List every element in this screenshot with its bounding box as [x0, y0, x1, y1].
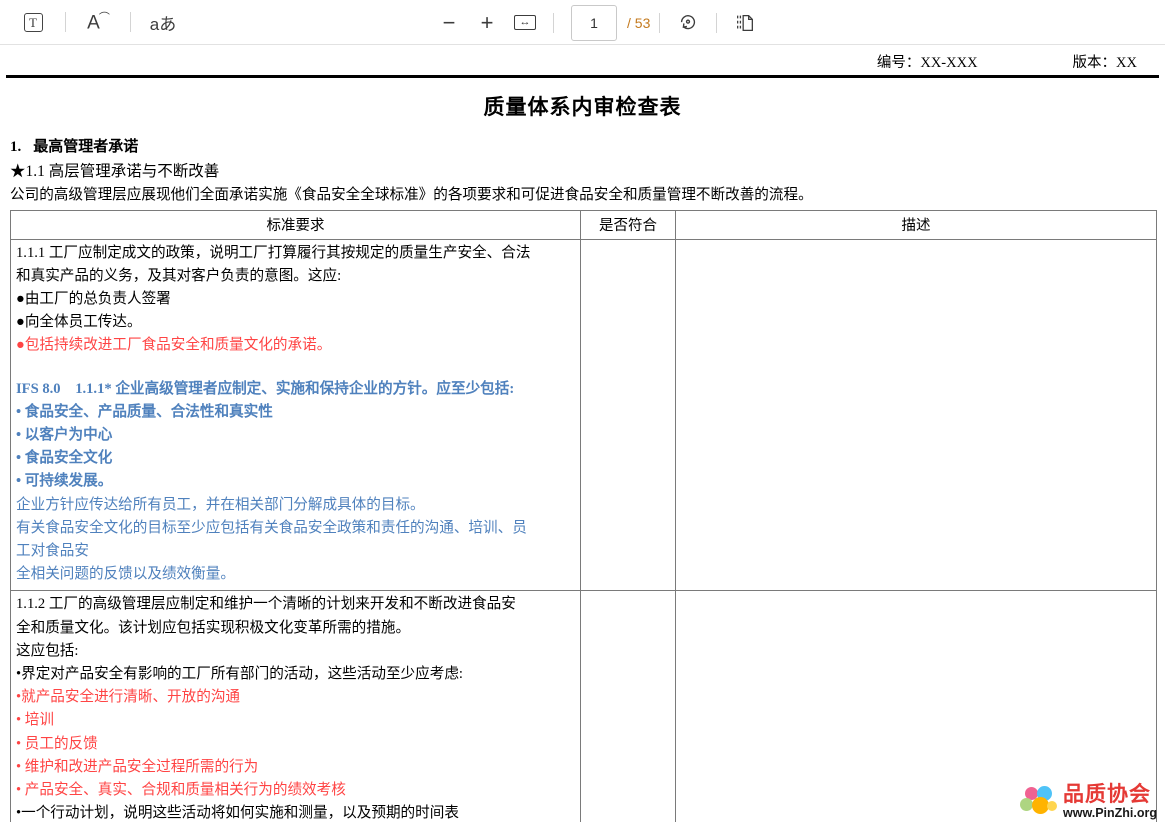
read-aloud-icon: A⌒ — [87, 12, 110, 34]
requirement-line: 有关食品安全文化的目标至少应包括有关食品安全政策和责任的沟通、培训、员 — [16, 519, 527, 536]
requirement-line: • 以客户为中心 — [16, 426, 113, 443]
toolbar-divider — [65, 12, 66, 32]
text-select-button[interactable]: T — [14, 6, 52, 38]
requirement-line: • 维护和改进产品安全过程所需的行为 — [16, 758, 259, 775]
zoom-out-button[interactable]: − — [430, 7, 468, 39]
requirement-line: 全相关问题的反馈以及绩效衡量。 — [16, 566, 235, 583]
description-cell[interactable] — [675, 590, 1157, 822]
column-header-requirement: 标准要求 — [10, 209, 581, 240]
read-aloud-button[interactable]: A⌒ — [79, 6, 117, 38]
requirement-line: •界定对产品安全有影响的工厂所有部门的活动，这些活动至少应考虑: — [16, 665, 463, 682]
page-number-input[interactable] — [571, 4, 617, 41]
requirement-line: ●包括持续改进工厂食品安全和质量文化的承诺。 — [16, 337, 332, 354]
rotate-icon — [681, 14, 696, 29]
toolbar-divider — [130, 12, 131, 32]
text-select-icon: T — [23, 12, 43, 32]
text-style-icon: aあ — [149, 14, 177, 34]
toolbar-divider — [716, 12, 718, 33]
fit-width-icon: ↔ — [514, 15, 536, 30]
toolbar-left-group: T A⌒ aあ — [0, 6, 182, 38]
checklist-table: 标准要求 是否符合 描述 1.1.1 工厂应制定成文的政策，说明工厂打算履行其按… — [10, 209, 1157, 822]
minus-icon: − — [442, 9, 456, 35]
toolbar-center-group: − + ↔ / 53 — [430, 0, 764, 45]
page-total-label: / 53 — [627, 14, 651, 31]
doc-version-label: 版本：XX — [1072, 55, 1137, 71]
section-heading: 1. 最高管理者承诺 — [0, 135, 1165, 156]
table-header-row: 标准要求 是否符合 描述 — [10, 209, 1157, 240]
rotate-button[interactable] — [669, 7, 707, 39]
toolbar-divider — [659, 12, 661, 33]
column-header-description: 描述 — [675, 209, 1157, 240]
page-view-icon — [737, 14, 754, 31]
requirement-line: • 可持续发展。 — [16, 473, 113, 490]
requirement-cell: 1.1.2 工厂的高级管理层应制定和维护一个清晰的计划来开发和不断改进食品安 全和… — [10, 590, 581, 822]
requirement-line: 1.1.1 工厂应制定成文的政策，说明工厂打算履行其按规定的质量生产安全、合法 — [16, 244, 531, 261]
requirement-line: •一个行动计划，说明这些活动将如何实施和测量，以及预期的时间表 — [16, 805, 459, 822]
text-style-button[interactable]: aあ — [144, 6, 182, 38]
requirement-line: ●由工厂的总负责人签署 — [16, 290, 171, 307]
toolbar-divider — [553, 12, 554, 33]
requirement-line: •就产品安全进行清晰、开放的沟通 — [16, 689, 241, 706]
table-body: 1.1.1 工厂应制定成文的政策，说明工厂打算履行其按规定的质量生产安全、合法和… — [10, 238, 1157, 822]
requirement-line: 1.1.2 工厂的高级管理层应制定和维护一个清晰的计划来开发和不断改进食品安 — [16, 596, 516, 613]
requirement-line — [16, 358, 575, 378]
requirement-line: 全和质量文化。该计划应包括实现积极文化变革所需的措施。 — [16, 619, 411, 636]
document-header: 编号：XX-XXX 版本：XX — [0, 45, 1165, 75]
pdf-viewer-toolbar: T A⌒ aあ − + ↔ / 53 — [0, 0, 1165, 45]
requirement-line: 工对食品安 — [16, 542, 89, 559]
requirement-line: • 员工的反馈 — [16, 735, 98, 752]
document-page: 编号：XX-XXX 版本：XX 质量体系内审检查表 1. 最高管理者承诺 ★1.1… — [0, 45, 1165, 822]
requirement-line: 这应包括: — [16, 642, 79, 659]
plus-icon: + — [480, 9, 494, 35]
conformity-cell[interactable] — [580, 238, 676, 592]
section-heading-text: 最高管理者承诺 — [33, 138, 139, 155]
table-row: 1.1.2 工厂的高级管理层应制定和维护一个清晰的计划来开发和不断改进食品安 全和… — [10, 590, 1157, 822]
requirement-line: • 产品安全、真实、合规和质量相关行为的绩效考核 — [16, 781, 346, 798]
requirement-line: IFS 8.0 1.1.1* 企业高级管理者应制定、实施和保持企业的方针。应至少… — [16, 380, 515, 397]
page-view-button[interactable] — [726, 7, 764, 39]
header-rule — [6, 75, 1159, 78]
description-cell[interactable] — [675, 238, 1157, 592]
column-header-conformity: 是否符合 — [580, 209, 676, 240]
requirement-line: ●向全体员工传达。 — [16, 314, 142, 331]
requirement-cell: 1.1.1 工厂应制定成文的政策，说明工厂打算履行其按规定的质量生产安全、合法和… — [10, 238, 581, 592]
requirement-line: 和真实产品的义务，及其对客户负责的意图。这应: — [16, 267, 342, 284]
zoom-in-button[interactable]: + — [468, 7, 506, 39]
requirement-line: • 食品安全、产品质量、合法性和真实性 — [16, 403, 273, 420]
requirement-line: • 培训 — [16, 712, 54, 729]
requirement-line: • 食品安全文化 — [16, 450, 113, 467]
doc-number-label: 编号：XX-XXX — [876, 55, 978, 71]
fit-to-width-button[interactable]: ↔ — [506, 7, 544, 39]
requirement-line: 企业方针应传达给所有员工，并在相关部门分解成具体的目标。 — [16, 496, 425, 513]
table-row: 1.1.1 工厂应制定成文的政策，说明工厂打算履行其按规定的质量生产安全、合法和… — [10, 238, 1157, 592]
conformity-cell[interactable] — [580, 590, 676, 822]
page-title: 质量体系内审检查表 — [483, 94, 682, 119]
subsection-heading: ★1.1 高层管理承诺与不断改善 — [10, 162, 220, 180]
section-intro-text: 公司的高级管理层应展现他们全面承诺实施《食品安全全球标准》的各项要求和可促进食品… — [10, 186, 813, 203]
section-number: 1. — [10, 138, 22, 155]
